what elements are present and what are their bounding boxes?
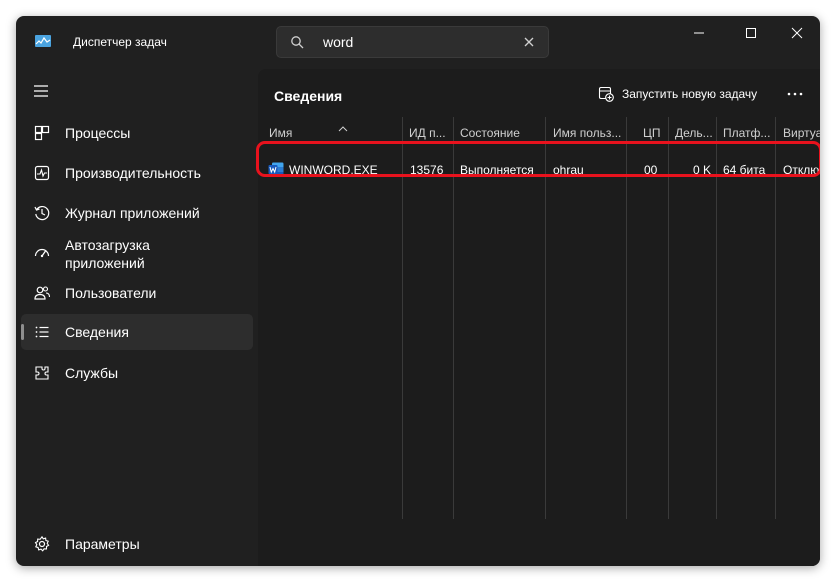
hamburger-menu-icon[interactable]: [32, 84, 50, 98]
users-icon: [34, 286, 51, 300]
column-header-status[interactable]: Состояние: [460, 126, 543, 140]
column-header-delta[interactable]: Дель...: [675, 126, 714, 140]
task-manager-app-icon: [35, 35, 51, 47]
sidebar-item-label: Процессы: [65, 125, 131, 141]
process-platform: 64 бита: [723, 163, 766, 177]
sidebar-item-label: Службы: [65, 365, 119, 381]
details-icon: [35, 326, 49, 338]
processes-icon: [34, 125, 50, 141]
startup-apps-icon: [34, 248, 50, 258]
run-task-label: Запустить новую задачу: [622, 87, 758, 101]
column-header-user[interactable]: Имя польз...: [553, 126, 624, 140]
column-header-cpu[interactable]: ЦП: [643, 126, 666, 140]
column-header-pid[interactable]: ИД п...: [409, 126, 451, 140]
process-delta: 0 K: [692, 163, 711, 177]
column-header-platform[interactable]: Платф...: [723, 126, 773, 140]
sidebar-item-label: Пользователи: [65, 285, 157, 301]
services-icon: [35, 366, 49, 380]
process-cpu: 00: [644, 163, 658, 177]
sidebar-item-label: Производительность: [65, 165, 201, 181]
window-title: Диспетчер задач: [73, 35, 167, 49]
sidebar-item-label: Параметры: [65, 536, 140, 552]
sidebar-item-label: Журнал приложений: [65, 205, 200, 221]
search-icon: [291, 36, 304, 49]
details-panel: Сведения Запустить новую задачу Имя ИД п…: [258, 69, 820, 566]
title-bar: Диспетчер задач word: [16, 16, 820, 68]
search-value[interactable]: word: [323, 34, 353, 50]
app-history-icon: [34, 206, 50, 221]
sidebar-item-settings[interactable]: Параметры: [21, 526, 253, 562]
page-title: Сведения: [274, 88, 343, 104]
search-input[interactable]: word: [276, 26, 549, 58]
word-app-icon: [268, 162, 284, 177]
sidebar-item-app-history[interactable]: Журнал приложений: [21, 195, 253, 231]
performance-icon: [34, 165, 50, 181]
maximize-button[interactable]: [740, 22, 762, 44]
task-manager-window: Диспетчер задач word Процессы Производит…: [16, 16, 820, 566]
details-table: Имя ИД п... Состояние Имя польз... ЦП Де…: [258, 117, 820, 566]
table-row[interactable]: WINWORD.EXE 13576 Выполняется ohrau 00 0…: [258, 155, 820, 185]
sidebar-item-startup-apps[interactable]: Автозагрузка приложений: [21, 235, 253, 271]
process-status: Выполняется: [460, 163, 534, 177]
sidebar-item-label: Автозагрузка приложений: [65, 237, 150, 271]
sidebar-item-label: Сведения: [65, 324, 129, 340]
sidebar-item-performance[interactable]: Производительность: [21, 155, 253, 191]
sidebar-item-processes[interactable]: Процессы: [21, 115, 253, 151]
process-pid: 13576: [410, 163, 444, 177]
column-header-name[interactable]: Имя: [269, 126, 399, 140]
minimize-button[interactable]: [688, 22, 710, 44]
sidebar-item-services[interactable]: Службы: [21, 355, 253, 391]
sidebar-item-users[interactable]: Пользователи: [21, 275, 253, 311]
clear-search-icon[interactable]: [522, 35, 536, 49]
column-header-label: Имя: [269, 126, 293, 140]
column-header-virtualization[interactable]: Виртуа...: [783, 126, 820, 140]
process-user: ohrau: [553, 163, 584, 177]
process-virtualization: Отклю: [783, 163, 820, 177]
sort-ascending-icon: [338, 126, 348, 132]
gear-icon: [34, 535, 50, 552]
process-name: WINWORD.EXE: [289, 163, 378, 177]
more-options-icon[interactable]: [782, 84, 808, 104]
active-indicator: [21, 324, 24, 340]
close-button[interactable]: [786, 22, 808, 44]
sidebar-item-details[interactable]: Сведения: [21, 314, 253, 350]
run-task-icon: [598, 86, 614, 102]
